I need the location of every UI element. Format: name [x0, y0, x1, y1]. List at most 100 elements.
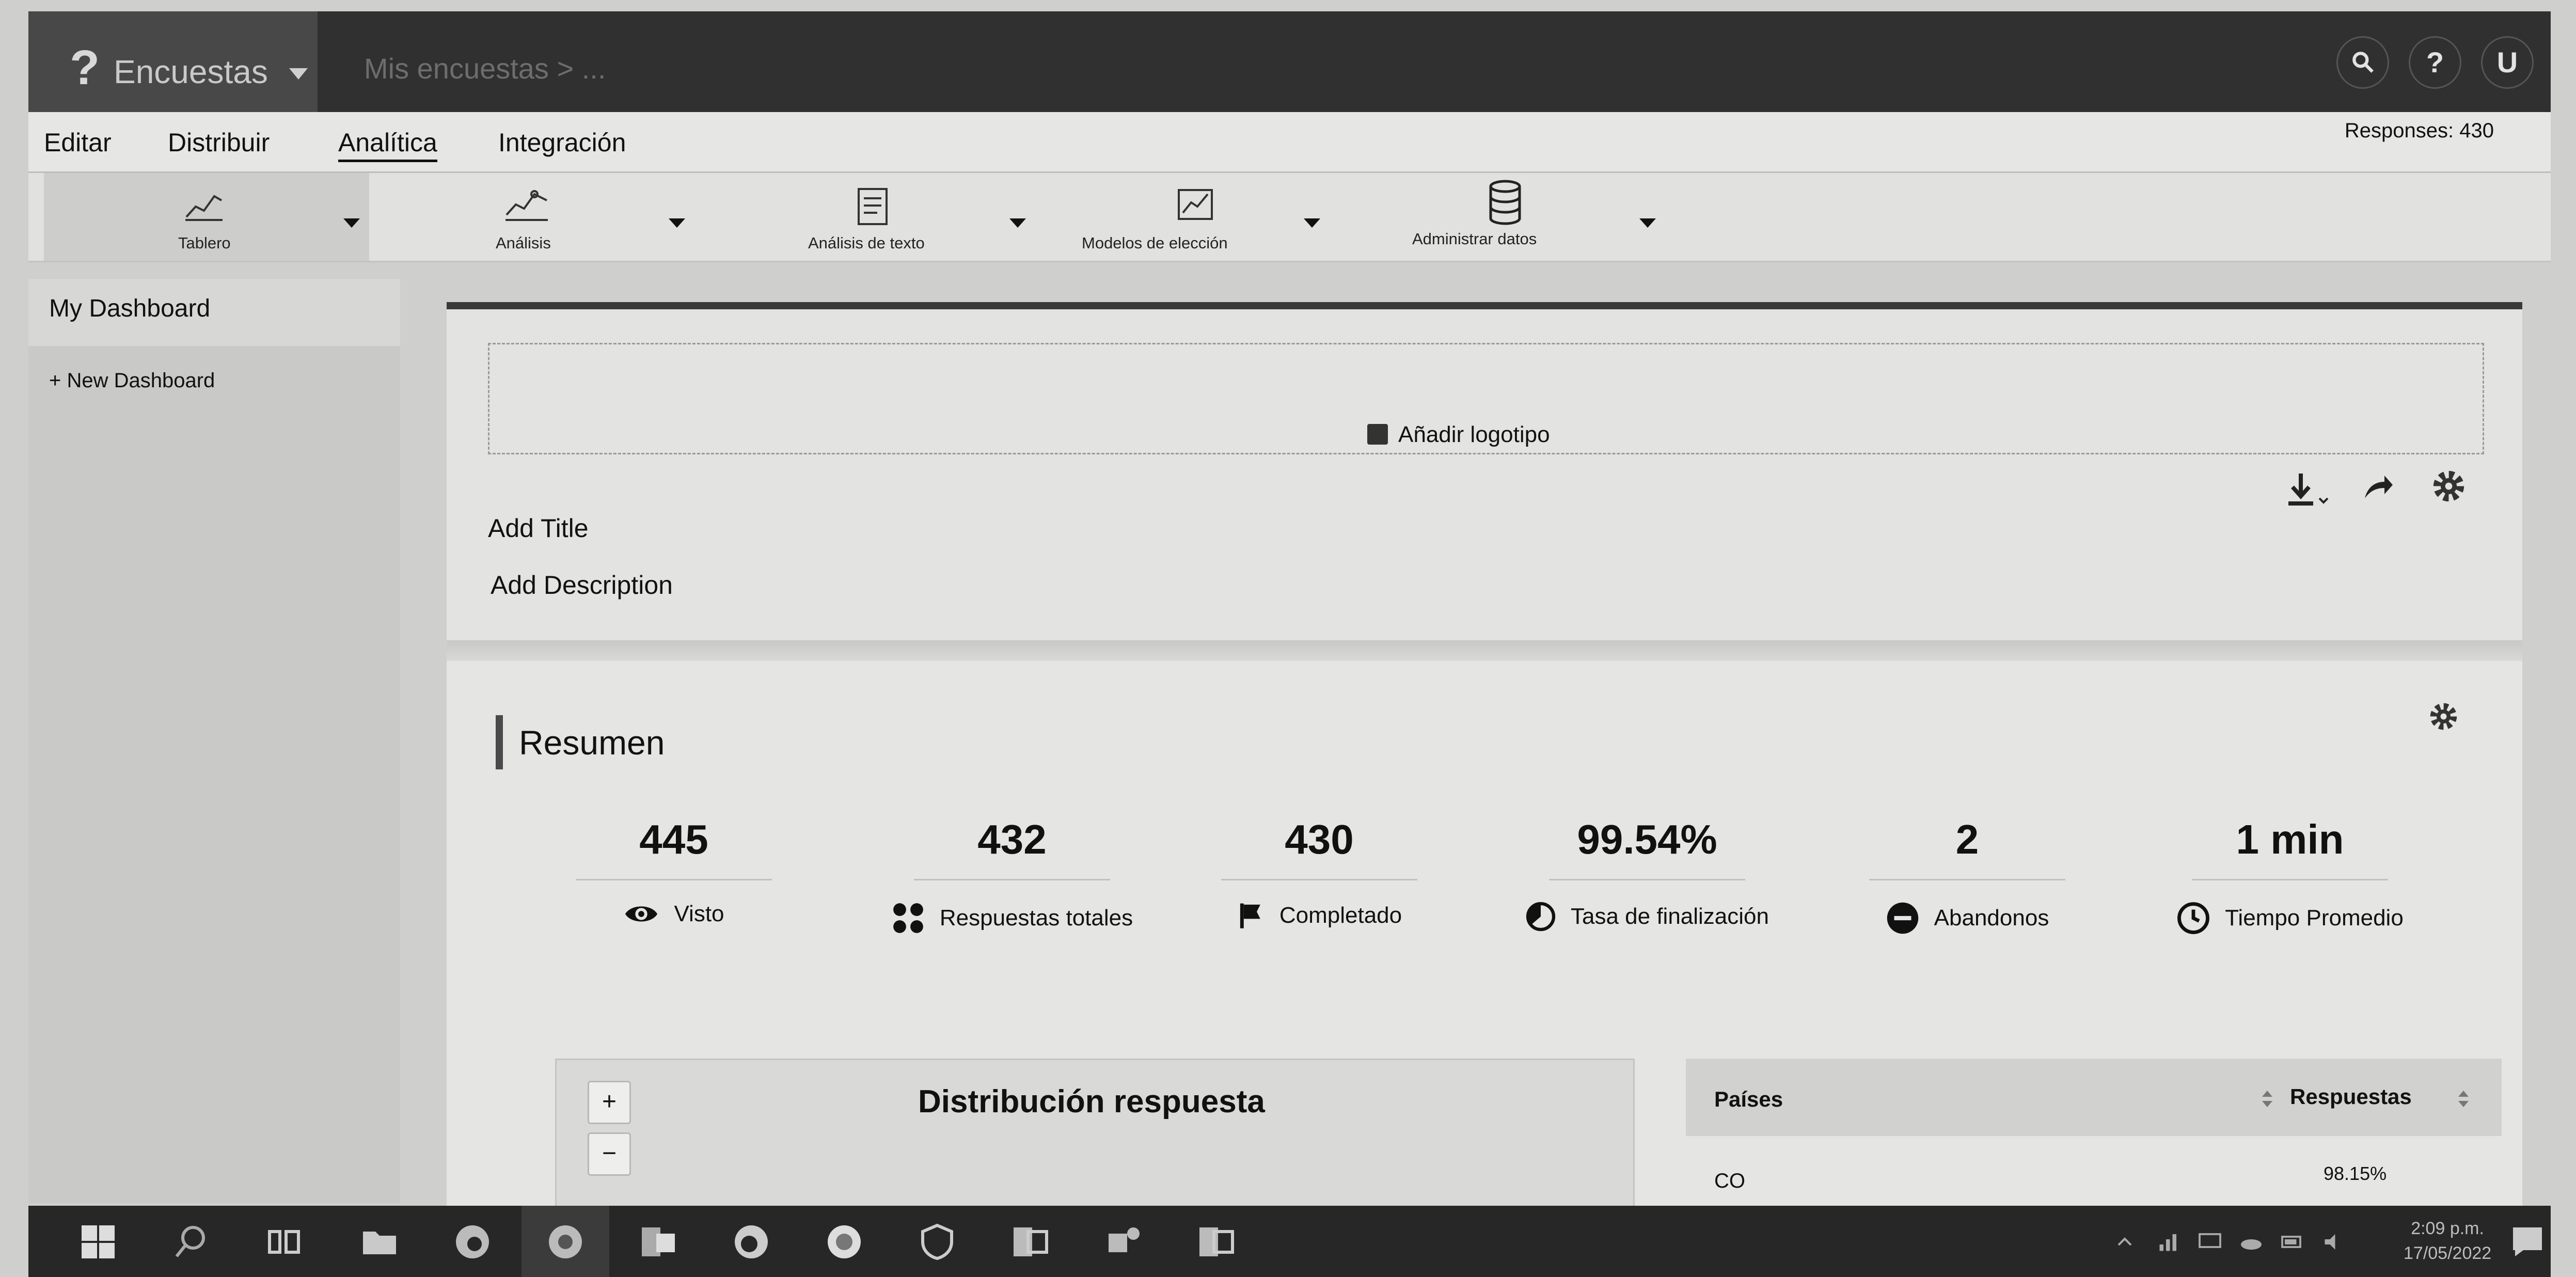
windows-taskbar: 2:09 p.m. 17/05/2022: [28, 1206, 2551, 1277]
stat-label: Visto: [674, 901, 724, 926]
sort-icon[interactable]: [2259, 1089, 2275, 1109]
tool-analisis[interactable]: Análisis: [390, 173, 710, 261]
task-view-icon[interactable]: [263, 1221, 305, 1263]
system-tray: [2114, 1226, 2373, 1257]
chevron-down-icon[interactable]: [669, 218, 685, 228]
notification-center-icon[interactable]: [2507, 1221, 2548, 1263]
text-analysis-icon: [858, 188, 888, 225]
stat-value: 432: [977, 816, 1047, 862]
table-header: Países Respuestas: [1686, 1059, 2502, 1136]
menu-analitica[interactable]: Analítica: [338, 128, 437, 162]
stat-respuestas-totales: 432 Respuestas totales: [867, 816, 1157, 935]
sort-icon[interactable]: [2455, 1089, 2472, 1109]
outlook-icon[interactable]: [638, 1221, 679, 1263]
edge-browser-icon[interactable]: [452, 1221, 493, 1263]
top-navigation-bar: ? Encuestas Mis encuestas > ... ? U: [28, 11, 2551, 112]
dashboard-description-field[interactable]: Add Description: [491, 570, 673, 600]
column-header-respuestas[interactable]: Respuestas: [2290, 1084, 2412, 1109]
dashboard-content: Añadir logotipo Add Title Add Descriptio…: [447, 302, 2522, 1209]
excel-icon[interactable]: [1009, 1221, 1051, 1263]
stat-tiempo-promedio: 1 min Tiempo Promedio: [2140, 816, 2440, 935]
stat-value: 445: [639, 816, 708, 862]
menu-integracion[interactable]: Integración: [498, 128, 626, 157]
section-divider: [447, 640, 2522, 661]
product-switcher[interactable]: ? Encuestas: [28, 11, 318, 112]
sidebar-item-label: My Dashboard: [49, 295, 211, 322]
zoom-in-button[interactable]: +: [588, 1081, 631, 1124]
choice-models-icon: [1178, 189, 1213, 220]
taskbar-active-app[interactable]: [521, 1206, 609, 1277]
stat-completado: 430 Completado: [1195, 816, 1443, 929]
main-menu-bar: Editar Distribuir Analítica Integración …: [28, 112, 2551, 173]
analytics-toolbar: Tablero Análisis Análisis de texto Model…: [28, 173, 2551, 262]
chevron-up-icon[interactable]: [2114, 1232, 2135, 1252]
file-explorer-icon[interactable]: [359, 1221, 400, 1263]
stat-value: 1 min: [2236, 816, 2344, 862]
app-circle-icon[interactable]: [824, 1221, 865, 1263]
tool-label: Tablero: [178, 234, 231, 252]
sidebar-item-my-dashboard[interactable]: My Dashboard: [28, 279, 400, 346]
tool-administrar-datos[interactable]: Administrar datos: [1397, 173, 1686, 261]
dashboard-chart-icon: [185, 195, 223, 221]
dashboard-sidebar: My Dashboard + New Dashboard: [28, 279, 400, 1203]
menu-editar[interactable]: Editar: [44, 128, 112, 157]
search-icon[interactable]: [2336, 36, 2389, 89]
survey-breadcrumb[interactable]: Mis encuestas > ...: [364, 52, 606, 85]
chevron-down-icon[interactable]: [1639, 218, 1656, 228]
image-icon: [1367, 424, 1388, 445]
help-icon[interactable]: ?: [2409, 36, 2461, 89]
display-icon[interactable]: [2197, 1229, 2223, 1255]
stat-label: Tiempo Promedio: [2225, 905, 2404, 931]
tool-analisis-texto[interactable]: Análisis de texto: [751, 173, 1051, 261]
menu-distribuir[interactable]: Distribuir: [168, 128, 270, 157]
flag-icon: [1240, 903, 1260, 928]
chevron-down-icon: [289, 68, 308, 80]
zoom-out-button[interactable]: −: [588, 1132, 631, 1176]
search-icon[interactable]: [170, 1221, 212, 1263]
tool-modelos-eleccion[interactable]: Modelos de elección: [1071, 173, 1381, 261]
battery-icon[interactable]: [2280, 1229, 2305, 1255]
summary-title: Resumen: [519, 723, 665, 762]
pie-icon: [1526, 902, 1556, 932]
stat-label: Abandonos: [1934, 905, 2049, 931]
dashboard-title-field[interactable]: Add Title: [488, 513, 589, 543]
add-logo-dropzone[interactable]: Añadir logotipo: [488, 343, 2484, 454]
response-distribution-widget: + − Distribución respuesta: [555, 1059, 1635, 1209]
taskbar-clock[interactable]: 2:09 p.m. 17/05/2022: [2404, 1216, 2491, 1266]
chevron-down-icon[interactable]: [1009, 218, 1026, 228]
settings-gear-icon[interactable]: [2429, 467, 2468, 506]
summary-widget: Resumen 445 Visto 432 Respuestas totales…: [447, 661, 2522, 1209]
firefox-icon[interactable]: [731, 1221, 772, 1263]
share-icon[interactable]: [2360, 469, 2396, 506]
new-dashboard-button[interactable]: + New Dashboard: [49, 369, 215, 392]
eye-icon: [625, 906, 658, 922]
column-header-paises[interactable]: Países: [1714, 1087, 1783, 1112]
tool-label: Análisis: [496, 234, 551, 252]
settings-gear-icon[interactable]: [2427, 700, 2460, 733]
tool-label: Modelos de elección: [1082, 234, 1228, 252]
volume-icon[interactable]: [2321, 1229, 2347, 1255]
clock-date: 17/05/2022: [2404, 1243, 2492, 1263]
tool-label: Administrar datos: [1412, 230, 1537, 248]
word-icon[interactable]: [1195, 1221, 1237, 1263]
security-shield-icon[interactable]: [916, 1221, 958, 1263]
chevron-down-icon[interactable]: [1304, 218, 1320, 228]
table-cell-country: CO: [1714, 1170, 1745, 1192]
network-icon[interactable]: [2156, 1229, 2182, 1255]
windows-start-icon[interactable]: [77, 1221, 119, 1263]
database-icon: [1489, 180, 1521, 225]
stat-label: Completado: [1279, 902, 1402, 928]
download-icon[interactable]: [2282, 469, 2329, 511]
chevron-down-icon[interactable]: [343, 218, 360, 228]
grid-icon: [893, 903, 923, 933]
tool-label: Análisis de texto: [808, 234, 925, 252]
tool-tablero[interactable]: Tablero: [44, 173, 369, 261]
stat-value: 430: [1285, 816, 1354, 862]
user-avatar-icon[interactable]: U: [2481, 36, 2534, 89]
stat-visto: 445 Visto: [550, 816, 798, 927]
stat-value: 2: [1955, 816, 1979, 862]
cloud-icon[interactable]: [2238, 1229, 2264, 1255]
teams-icon[interactable]: [1102, 1221, 1144, 1263]
stat-tasa-finalizacion: 99.54% Tasa de finalización: [1503, 816, 1792, 932]
stat-value: 99.54%: [1577, 816, 1717, 862]
